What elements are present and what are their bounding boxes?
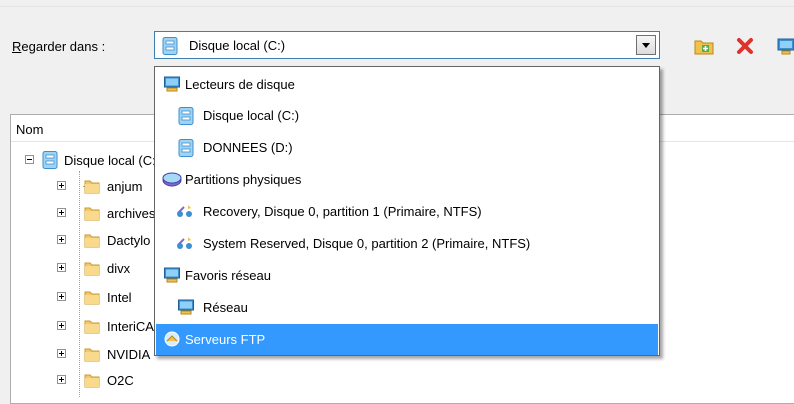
folder-icon: [84, 291, 100, 305]
look-in-dropdown-list[interactable]: Lecteurs de disque Disque local (C:) DON…: [154, 66, 660, 356]
dropdown-item-label: System Reserved, Disque 0, partition 2 (…: [203, 236, 531, 251]
folder-icon: [84, 180, 100, 194]
folder-icon: [84, 234, 100, 248]
collapse-icon[interactable]: [25, 155, 34, 164]
expand-icon[interactable]: [57, 263, 66, 272]
look-in-combobox[interactable]: Disque local (C:): [154, 31, 660, 59]
dropdown-item-label: Favoris réseau: [185, 268, 271, 283]
network-favorites-icon: [164, 267, 180, 283]
folder-icon: [84, 320, 100, 334]
local-disk-icon: [178, 107, 194, 125]
expand-icon[interactable]: [57, 292, 66, 301]
ftp-server-icon: [164, 331, 180, 347]
tree-label: Disque local (C:): [64, 153, 161, 168]
tree-label: NVIDIA: [107, 347, 151, 362]
local-disk-icon: [42, 151, 58, 169]
separator: [0, 6, 794, 7]
folder-icon: [84, 207, 100, 221]
tree-item-folder[interactable]: O2C: [11, 370, 311, 392]
look-in-value: Disque local (C:): [189, 38, 286, 53]
dropdown-item-label: Disque local (C:): [203, 108, 300, 123]
dropdown-item-lecteurs-de-disque[interactable]: Lecteurs de disque: [156, 69, 658, 100]
computer-drives-icon: [164, 76, 180, 92]
dropdown-item-label: Serveurs FTP: [185, 332, 266, 347]
tree-label: archives: [107, 206, 156, 221]
folder-icon: [84, 348, 100, 362]
partition-icon: [177, 237, 192, 249]
dropdown-item-label: Réseau: [203, 300, 248, 315]
network-icon: [178, 299, 194, 315]
dropdown-item-label: DONNEES (D:): [203, 140, 293, 155]
folder-icon: [84, 262, 100, 276]
look-in-label: Regarder dans :: [12, 39, 106, 54]
dropdown-item-partitions-physiques[interactable]: Partitions physiques: [156, 164, 658, 195]
dropdown-item-recovery-partition[interactable]: Recovery, Disque 0, partition 1 (Primair…: [156, 196, 658, 227]
expand-icon[interactable]: [57, 321, 66, 330]
tree-label: Dactylo: [107, 233, 151, 248]
dropdown-item-label: Partitions physiques: [185, 172, 302, 187]
dropdown-item-favoris-reseau[interactable]: Favoris réseau: [156, 260, 658, 291]
dropdown-item-label: Lecteurs de disque: [185, 77, 295, 92]
partition-icon: [177, 205, 192, 217]
dropdown-item-system-reserved-partition[interactable]: System Reserved, Disque 0, partition 2 (…: [156, 228, 658, 259]
expand-icon[interactable]: [57, 181, 66, 190]
dropdown-item-reseau[interactable]: Réseau: [156, 292, 658, 323]
local-disk-icon: [178, 139, 194, 157]
expand-icon[interactable]: [57, 235, 66, 244]
dropdown-item-disque-local-c[interactable]: Disque local (C:): [156, 100, 658, 131]
dropdown-item-donnees-d[interactable]: DONNEES (D:): [156, 132, 658, 163]
folder-icon: [84, 374, 100, 388]
tree-label: divx: [107, 261, 131, 276]
expand-icon[interactable]: [57, 349, 66, 358]
expand-icon[interactable]: [57, 208, 66, 217]
new-folder-icon[interactable]: [694, 36, 714, 56]
expand-icon[interactable]: [57, 375, 66, 384]
tree-label: O2C: [107, 373, 134, 388]
dropdown-item-serveurs-ftp[interactable]: Serveurs FTP: [156, 324, 658, 355]
tree-label: Intel: [107, 290, 132, 305]
local-disk-icon: [162, 37, 178, 55]
dropdown-item-label: Recovery, Disque 0, partition 1 (Primair…: [203, 204, 482, 219]
tree-label: anjum: [107, 179, 143, 194]
physical-partitions-icon: [162, 172, 182, 187]
chevron-down-icon[interactable]: [636, 35, 656, 55]
delete-icon[interactable]: [735, 36, 755, 56]
network-drive-icon[interactable]: [776, 36, 794, 56]
